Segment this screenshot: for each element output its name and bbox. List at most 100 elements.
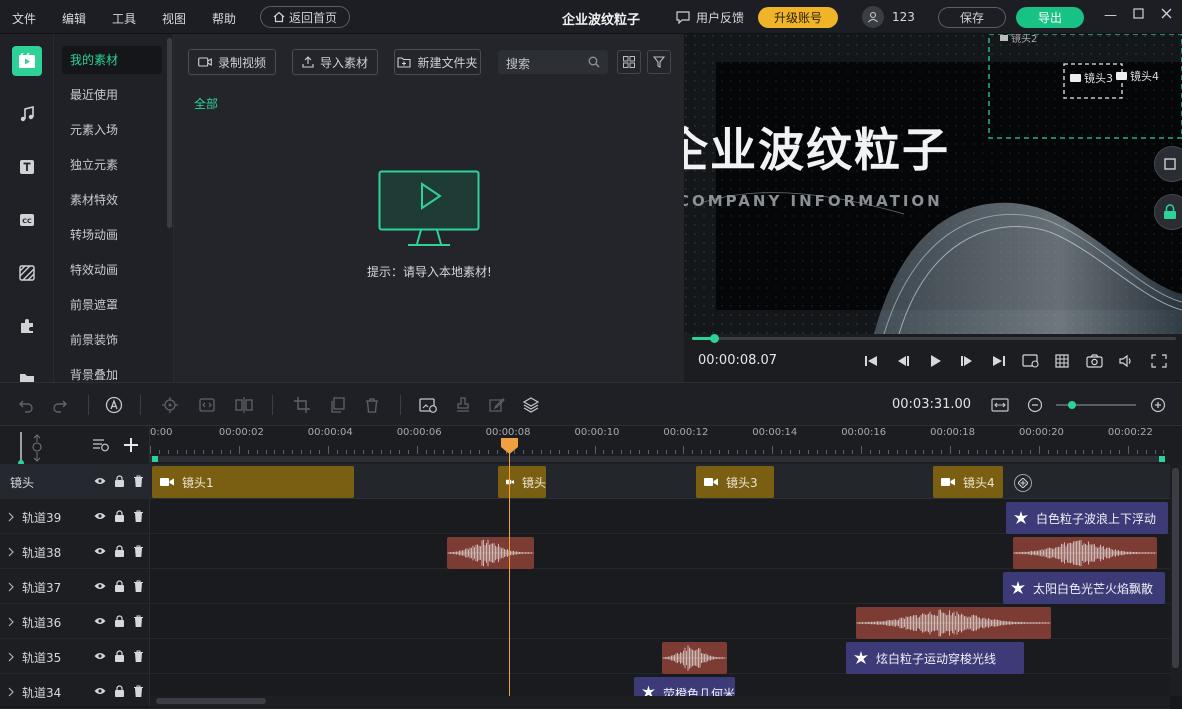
preview-progress-knob[interactable] xyxy=(709,334,719,343)
camera-marker-3[interactable]: 镜头3 xyxy=(1070,70,1113,86)
trash-icon[interactable] xyxy=(133,615,144,627)
category-standalone-element[interactable]: 独立元素 xyxy=(62,151,162,179)
trash-icon[interactable] xyxy=(133,650,144,662)
fit-timeline-button[interactable] xyxy=(990,395,1010,415)
audio-clip[interactable] xyxy=(447,537,534,569)
filter-all-tab[interactable]: 全部 xyxy=(194,95,218,112)
rail-media[interactable] xyxy=(12,46,42,76)
locate-button[interactable] xyxy=(160,395,180,415)
category-foreground-mask[interactable]: 前景遮罩 xyxy=(62,291,162,319)
timeline-height-slider[interactable] xyxy=(18,432,24,466)
code-button[interactable] xyxy=(197,395,217,415)
camera-clip-3[interactable]: 镜头3 xyxy=(696,466,774,498)
export-button[interactable]: 导出 xyxy=(1016,7,1084,28)
preview-side-button-2[interactable] xyxy=(1154,194,1182,230)
eye-icon[interactable] xyxy=(94,685,106,697)
new-folder-button[interactable]: 新建文件夹 xyxy=(394,49,481,75)
zoom-out-button[interactable] xyxy=(1025,395,1045,415)
copy-button[interactable] xyxy=(328,395,348,415)
edit-pen-button[interactable] xyxy=(487,395,507,415)
timeline-ruler[interactable]: 0:00 00:00:02 00:00:04 00:00:06 00:00:08 00:0… xyxy=(150,426,1182,464)
playhead-handle[interactable] xyxy=(500,437,519,455)
audio-clip[interactable] xyxy=(856,607,1051,639)
stamp-button[interactable] xyxy=(453,395,473,415)
eye-icon[interactable] xyxy=(94,510,106,522)
camera-marker-4[interactable]: 镜头4 xyxy=(1116,68,1159,84)
category-recent[interactable]: 最近使用 xyxy=(62,81,162,109)
eye-icon[interactable] xyxy=(94,580,106,592)
delete-button[interactable] xyxy=(362,395,382,415)
grid-lines-icon[interactable] xyxy=(1054,354,1072,368)
avatar[interactable] xyxy=(862,6,884,28)
add-camera-button[interactable] xyxy=(1014,474,1032,492)
trash-icon[interactable] xyxy=(133,475,144,487)
effect-clip-2[interactable]: 太阳白色光芒火焰飘散 xyxy=(1003,572,1165,604)
fullscreen-icon[interactable] xyxy=(1150,354,1168,368)
add-track-button[interactable] xyxy=(120,434,142,456)
layers-button[interactable] xyxy=(521,395,541,415)
skip-end-icon[interactable] xyxy=(990,354,1008,368)
upgrade-button[interactable]: 升级账号 xyxy=(758,7,838,28)
filter-button[interactable] xyxy=(647,50,671,74)
preview-progress-track[interactable] xyxy=(692,334,1176,343)
category-my-media[interactable]: 我的素材 xyxy=(62,46,162,74)
zoom-slider-knob[interactable] xyxy=(1068,401,1076,409)
snapshot-camera-icon[interactable] xyxy=(1086,354,1104,368)
chevron-right-icon[interactable] xyxy=(7,512,15,522)
audio-clip[interactable] xyxy=(662,642,727,674)
preview-canvas[interactable]: 企业波纹粒子 COMPANY INFORMATION 镜头2 镜头3 镜头4 xyxy=(684,34,1182,334)
snap-magnet-icon[interactable] xyxy=(30,434,44,462)
feedback-button[interactable]: 用户反馈 xyxy=(676,9,744,26)
redo-button[interactable] xyxy=(50,395,70,415)
timeline-hscroll[interactable] xyxy=(150,696,1170,706)
next-frame-icon[interactable] xyxy=(958,354,976,368)
eye-icon[interactable] xyxy=(94,475,106,487)
track-settings-icon[interactable] xyxy=(92,438,110,452)
camera-clip-1[interactable]: 镜头1 xyxy=(152,466,354,498)
category-effect-animations[interactable]: 特效动画 xyxy=(62,256,162,284)
audio-clip[interactable] xyxy=(1013,537,1157,569)
lock-icon[interactable] xyxy=(114,650,125,662)
chevron-right-icon[interactable] xyxy=(7,547,15,557)
lock-icon[interactable] xyxy=(114,685,125,697)
lock-icon[interactable] xyxy=(114,475,125,487)
search-input[interactable]: 搜索 xyxy=(498,50,608,74)
timeline-vscroll-thumb[interactable] xyxy=(1172,468,1179,668)
category-foreground-decoration[interactable]: 前景装饰 xyxy=(62,326,162,354)
timeline-hscroll-thumb[interactable] xyxy=(156,698,266,704)
menu-view[interactable]: 视图 xyxy=(162,10,186,27)
text-style-button[interactable] xyxy=(104,395,124,415)
skip-start-icon[interactable] xyxy=(862,354,880,368)
split-button[interactable] xyxy=(234,395,254,415)
category-transitions[interactable]: 转场动画 xyxy=(62,221,162,249)
chevron-right-icon[interactable] xyxy=(7,652,15,662)
preview-side-button-1[interactable] xyxy=(1154,146,1182,182)
trash-icon[interactable] xyxy=(133,545,144,557)
chevron-right-icon[interactable] xyxy=(7,617,15,627)
grid-view-button[interactable] xyxy=(617,50,641,74)
image-edit-button[interactable] xyxy=(418,395,438,415)
rail-text[interactable] xyxy=(12,152,42,182)
zoom-in-button[interactable] xyxy=(1148,395,1168,415)
effect-clip-4[interactable]: 荧橙色几何米 xyxy=(634,677,735,697)
rail-subtitle[interactable]: CC xyxy=(12,205,42,235)
camera-clip-2[interactable]: 镜头 xyxy=(498,466,546,498)
rail-filter[interactable] xyxy=(12,258,42,288)
menu-help[interactable]: 帮助 xyxy=(212,10,236,27)
timeline-range-bar[interactable] xyxy=(150,456,1163,462)
trash-icon[interactable] xyxy=(133,685,144,697)
lock-icon[interactable] xyxy=(114,615,125,627)
menu-file[interactable]: 文件 xyxy=(12,10,36,27)
range-end-handle[interactable] xyxy=(1159,456,1165,462)
trash-icon[interactable] xyxy=(133,580,144,592)
effect-clip-3[interactable]: 炫白粒子运动穿梭光线 xyxy=(846,642,1024,674)
eye-icon[interactable] xyxy=(94,545,106,557)
minimize-button[interactable]: — xyxy=(1104,8,1117,23)
import-media-button[interactable]: 导入素材 xyxy=(292,49,378,75)
lock-icon[interactable] xyxy=(114,545,125,557)
lock-icon[interactable] xyxy=(114,510,125,522)
lock-icon[interactable] xyxy=(114,580,125,592)
prev-frame-icon[interactable] xyxy=(894,354,912,368)
rail-plugin[interactable] xyxy=(12,311,42,341)
menu-tools[interactable]: 工具 xyxy=(112,10,136,27)
